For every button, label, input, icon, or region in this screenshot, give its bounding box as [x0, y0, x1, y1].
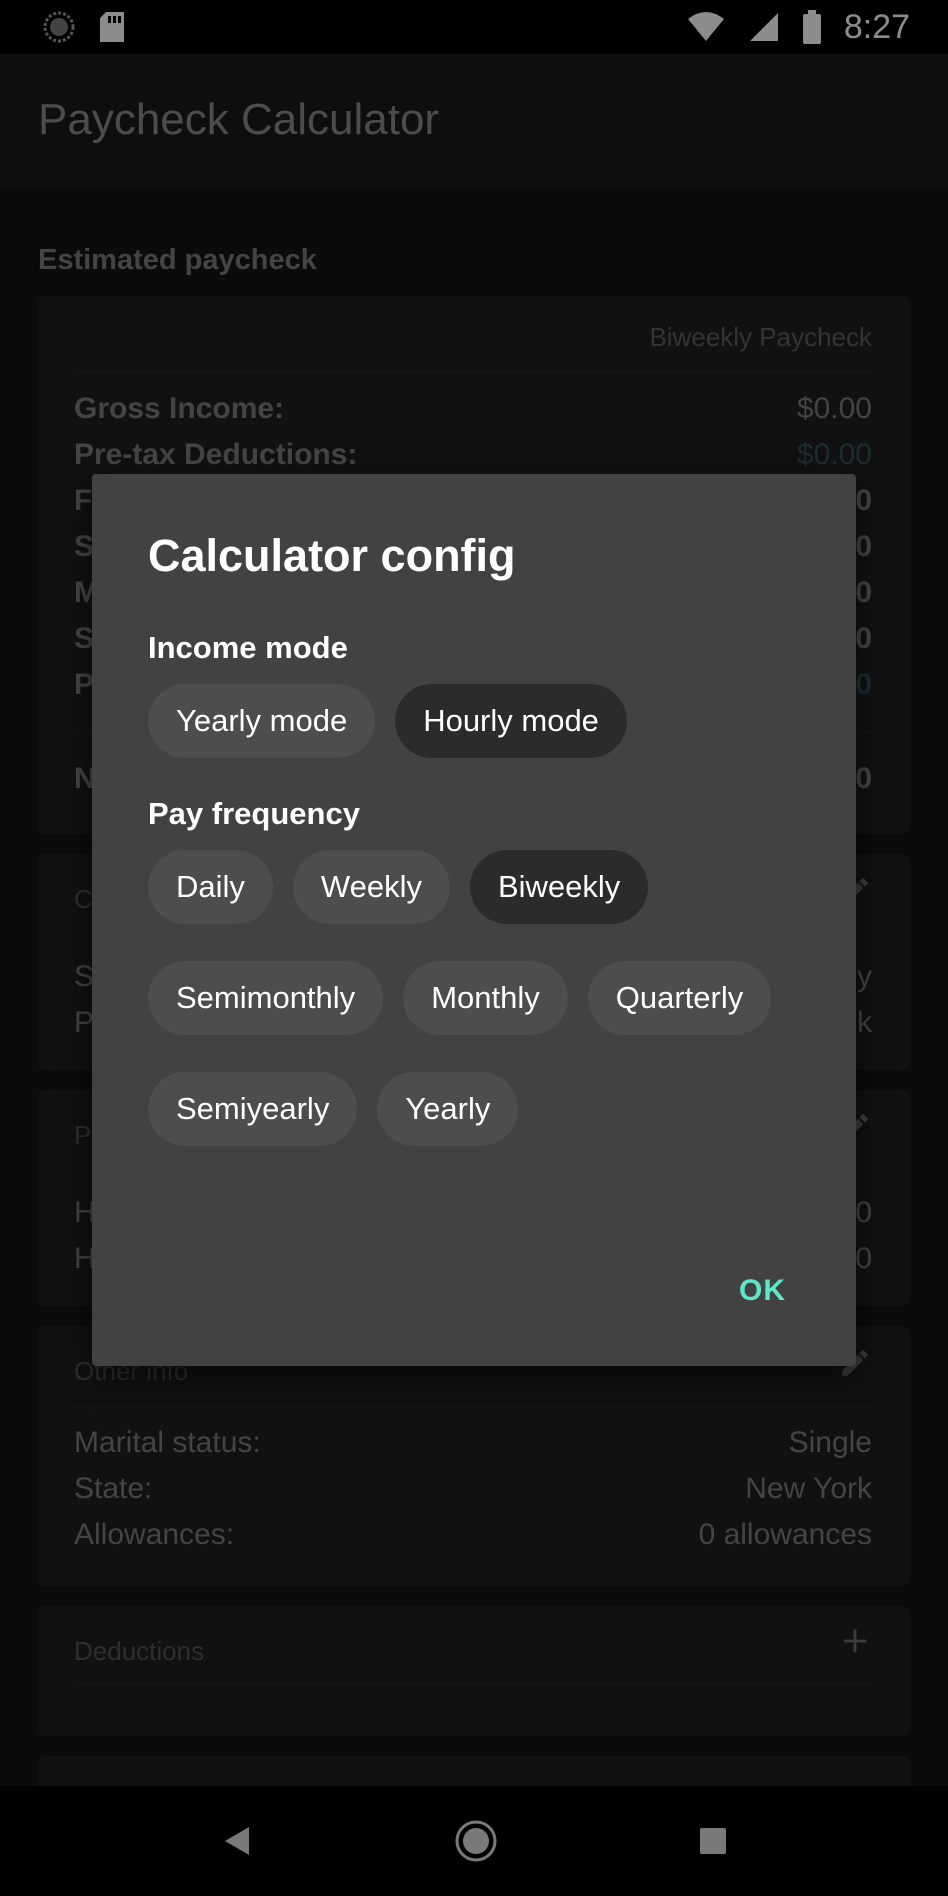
semimonthly-chip[interactable]: Semimonthly	[148, 961, 384, 1035]
income-mode-chips: Yearly mode Hourly mode	[148, 684, 627, 758]
pay-frequency-chips-row-1: Daily Weekly Biweekly	[148, 850, 649, 924]
weekly-chip[interactable]: Weekly	[292, 850, 450, 924]
semiyearly-chip[interactable]: Semiyearly	[148, 1072, 358, 1146]
quarterly-chip[interactable]: Quarterly	[587, 961, 772, 1035]
income-mode-label: Income mode	[148, 630, 348, 665]
hourly-mode-chip[interactable]: Hourly mode	[395, 684, 627, 758]
yearly-mode-chip[interactable]: Yearly mode	[148, 684, 376, 758]
dialog-title: Calculator config	[148, 530, 516, 581]
monthly-chip[interactable]: Monthly	[403, 961, 568, 1035]
yearly-chip[interactable]: Yearly	[377, 1072, 519, 1146]
pay-frequency-chips-row-2: Semimonthly Monthly Quarterly	[148, 961, 772, 1035]
pay-frequency-label: Pay frequency	[148, 796, 360, 831]
biweekly-chip[interactable]: Biweekly	[469, 850, 649, 924]
daily-chip[interactable]: Daily	[148, 850, 273, 924]
calculator-config-dialog: Calculator config Income mode Yearly mod…	[92, 474, 856, 1366]
pay-frequency-chips-row-3: Semiyearly Yearly	[148, 1072, 519, 1146]
ok-button[interactable]: OK	[739, 1274, 786, 1308]
